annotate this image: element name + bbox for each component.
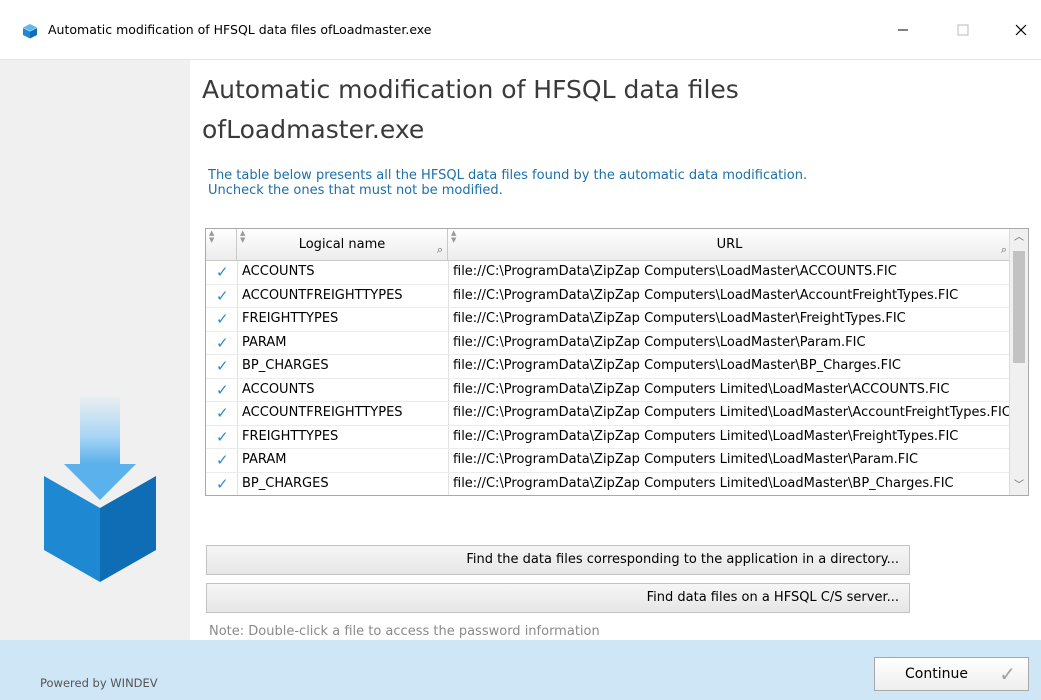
column-header-label: URL bbox=[716, 237, 743, 252]
description-line1: The table below presents all the HFSQL d… bbox=[208, 168, 808, 183]
checkmark-icon: ✓ bbox=[216, 451, 229, 469]
find-in-directory-button[interactable]: Find the data files corresponding to the… bbox=[206, 545, 910, 575]
checkmark-icon: ✓ bbox=[216, 474, 229, 493]
scrollbar-thumb[interactable] bbox=[1013, 251, 1025, 363]
continue-button[interactable]: Continue ✓ bbox=[874, 657, 1029, 691]
url-cell: file://C:\ProgramData\ZipZap Computers L… bbox=[453, 475, 954, 491]
scroll-down-icon[interactable]: ﹀ bbox=[1010, 477, 1028, 495]
row-checkbox[interactable]: ✓ bbox=[216, 452, 232, 468]
logical-name-cell: ACCOUNTFREIGHTTYPES bbox=[242, 287, 403, 303]
maximize-button[interactable] bbox=[940, 10, 986, 50]
row-checkbox[interactable]: ✓ bbox=[216, 476, 232, 492]
url-cell: file://C:\ProgramData\ZipZap Computers L… bbox=[453, 428, 959, 444]
logical-name-cell: PARAM bbox=[242, 334, 287, 350]
table-row[interactable]: ✓ FREIGHTTYPES file://C:\ProgramData\Zip… bbox=[206, 308, 1011, 332]
logical-name-cell: FREIGHTTYPES bbox=[242, 311, 339, 326]
install-box-icon bbox=[44, 394, 156, 582]
window-title: Automatic modification of HFSQL data fil… bbox=[48, 22, 432, 37]
checkmark-icon: ✓ bbox=[216, 427, 229, 446]
checkmark-icon: ✓ bbox=[216, 310, 229, 328]
table-row[interactable]: ✓ PARAM file://C:\ProgramData\ZipZap Com… bbox=[206, 332, 1011, 355]
description: The table below presents all the HFSQL d… bbox=[208, 168, 968, 198]
logical-name-cell: ACCOUNTS bbox=[242, 381, 315, 397]
logical-name-cell: ACCOUNTFREIGHTTYPES bbox=[242, 405, 403, 420]
column-header-logical-name[interactable]: ▲ ▼ Logical name ⌕ bbox=[237, 229, 448, 260]
checkmark-icon: ✓ bbox=[999, 662, 1016, 686]
table-body: ✓ ACCOUNTS file://C:\ProgramData\ZipZap … bbox=[206, 261, 1011, 496]
close-button[interactable] bbox=[998, 10, 1041, 50]
search-icon[interactable]: ⌕ bbox=[437, 243, 443, 257]
checkmark-icon: ✓ bbox=[216, 357, 229, 375]
close-icon bbox=[1015, 24, 1027, 36]
checkmark-icon: ✓ bbox=[216, 263, 229, 281]
row-checkbox[interactable]: ✓ bbox=[216, 382, 232, 398]
logical-name-cell: PARAM bbox=[242, 452, 287, 467]
column-header-url[interactable]: ▲ ▼ URL ⌕ bbox=[448, 229, 1011, 260]
password-note: Note: Double-click a file to access the … bbox=[209, 624, 600, 639]
row-checkbox[interactable]: ✓ bbox=[216, 264, 232, 280]
row-checkbox[interactable]: ✓ bbox=[216, 335, 232, 351]
column-header-check[interactable]: ▲ ▼ bbox=[206, 229, 237, 260]
url-cell: file://C:\ProgramData\ZipZap Computers\L… bbox=[453, 287, 959, 303]
checkmark-icon: ✓ bbox=[216, 380, 229, 399]
table-header: ▲ ▼ ▲ ▼ Logical name ⌕ ▲ ▼ URL ⌕ bbox=[206, 229, 1011, 261]
checkmark-icon: ✓ bbox=[216, 333, 229, 352]
description-line2: Uncheck the ones that must not be modifi… bbox=[208, 183, 503, 198]
scroll-up-icon[interactable]: ︿ bbox=[1010, 229, 1028, 247]
url-cell: file://C:\ProgramData\ZipZap Computers L… bbox=[453, 452, 919, 467]
data-files-table[interactable]: ▲ ▼ ▲ ▼ Logical name ⌕ ▲ ▼ URL ⌕ ✓ ACCOUNTS… bbox=[205, 228, 1029, 496]
url-cell: file://C:\ProgramData\ZipZap Computers\L… bbox=[453, 334, 866, 350]
logical-name-cell: FREIGHTTYPES bbox=[242, 428, 339, 444]
row-checkbox[interactable]: ✓ bbox=[216, 429, 232, 445]
table-row[interactable]: ✓ FREIGHTTYPES file://C:\ProgramData\Zip… bbox=[206, 426, 1011, 449]
search-icon[interactable]: ⌕ bbox=[1001, 243, 1007, 257]
continue-label: Continue bbox=[905, 666, 968, 682]
row-checkbox[interactable]: ✓ bbox=[216, 288, 232, 304]
logical-name-cell: BP_CHARGES bbox=[242, 358, 329, 373]
table-row[interactable]: ✓ ACCOUNTFREIGHTTYPES file://C:\ProgramD… bbox=[206, 285, 1011, 308]
url-cell: file://C:\ProgramData\ZipZap Computers L… bbox=[453, 381, 950, 397]
table-row[interactable]: ✓ BP_CHARGES file://C:\ProgramData\ZipZa… bbox=[206, 355, 1011, 379]
app-icon bbox=[23, 24, 37, 39]
url-cell: file://C:\ProgramData\ZipZap Computers L… bbox=[453, 405, 1009, 420]
row-checkbox[interactable]: ✓ bbox=[216, 311, 232, 327]
page-title: Automatic modification of HFSQL data fil… bbox=[202, 70, 922, 150]
url-cell: file://C:\ProgramData\ZipZap Computers\L… bbox=[453, 358, 902, 373]
page-title-line2: ofLoadmaster.exe bbox=[202, 115, 425, 144]
minimize-button[interactable] bbox=[880, 10, 926, 50]
find-on-server-button[interactable]: Find data files on a HFSQL C/S server... bbox=[206, 583, 910, 613]
table-row[interactable]: ✓ ACCOUNTFREIGHTTYPES file://C:\ProgramD… bbox=[206, 402, 1011, 426]
table-row[interactable]: ✓ ACCOUNTS file://C:\ProgramData\ZipZap … bbox=[206, 261, 1011, 285]
checkmark-icon: ✓ bbox=[216, 286, 229, 305]
minimize-icon bbox=[898, 29, 908, 31]
page-title-line1: Automatic modification of HFSQL data fil… bbox=[202, 75, 739, 104]
table-row[interactable]: ✓ BP_CHARGES file://C:\ProgramData\ZipZa… bbox=[206, 473, 1011, 496]
powered-by-label: Powered by WINDEV bbox=[40, 676, 158, 690]
url-cell: file://C:\ProgramData\ZipZap Computers\L… bbox=[453, 311, 906, 326]
table-row[interactable]: ✓ PARAM file://C:\ProgramData\ZipZap Com… bbox=[206, 449, 1011, 473]
logical-name-cell: BP_CHARGES bbox=[242, 475, 329, 491]
url-cell: file://C:\ProgramData\ZipZap Computers\L… bbox=[453, 264, 897, 279]
title-bar: Automatic modification of HFSQL data fil… bbox=[0, 0, 1041, 60]
row-checkbox[interactable]: ✓ bbox=[216, 358, 232, 374]
row-checkbox[interactable]: ✓ bbox=[216, 405, 232, 421]
column-header-label: Logical name bbox=[298, 237, 386, 252]
maximize-icon bbox=[957, 24, 969, 36]
vertical-scrollbar[interactable]: ︿ ﹀ bbox=[1009, 229, 1028, 495]
logical-name-cell: ACCOUNTS bbox=[242, 264, 315, 279]
table-row[interactable]: ✓ ACCOUNTS file://C:\ProgramData\ZipZap … bbox=[206, 379, 1011, 402]
sort-icon: ▲ ▼ bbox=[209, 229, 215, 244]
checkmark-icon: ✓ bbox=[216, 404, 229, 422]
